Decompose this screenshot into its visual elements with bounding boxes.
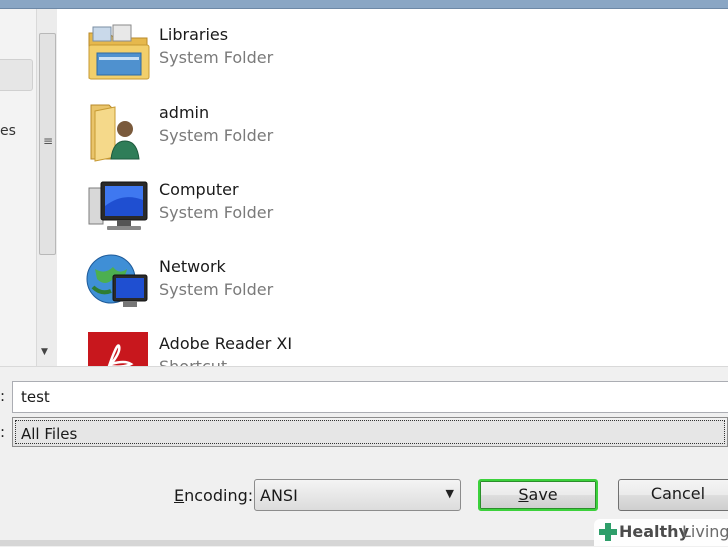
focus-outline: All Files bbox=[15, 420, 725, 444]
window-title-bar bbox=[0, 0, 728, 9]
navigation-pane[interactable]: es bbox=[0, 9, 36, 366]
list-item-computer[interactable]: Computer System Folder bbox=[85, 174, 485, 240]
watermark: Healthy Living bbox=[594, 519, 728, 546]
adobe-reader-icon bbox=[88, 332, 148, 366]
save-button[interactable]: Save bbox=[478, 479, 598, 511]
nav-selected-item[interactable] bbox=[0, 59, 33, 91]
dropdown-arrow-icon: ▼ bbox=[445, 487, 454, 500]
item-name: Adobe Reader XI bbox=[159, 334, 293, 353]
scrollbar-thumb[interactable]: ≡ bbox=[39, 33, 56, 255]
scroll-down-arrow-icon[interactable]: ▼ bbox=[41, 347, 48, 357]
network-icon bbox=[86, 254, 148, 307]
item-type: System Folder bbox=[159, 203, 274, 222]
file-type-label-fragment: : bbox=[0, 423, 6, 441]
file-list[interactable]: Libraries System Folder admin System Fol… bbox=[57, 9, 728, 366]
user-folder-icon bbox=[90, 104, 140, 162]
item-name: Libraries bbox=[159, 25, 229, 44]
filename-label-fragment: : bbox=[0, 387, 6, 405]
list-item-network[interactable]: Network System Folder bbox=[85, 251, 485, 317]
item-type: System Folder bbox=[159, 280, 274, 299]
cancel-button[interactable]: Cancel bbox=[618, 479, 728, 511]
bottom-edge bbox=[0, 540, 600, 546]
list-item-libraries[interactable]: Libraries System Folder bbox=[85, 19, 485, 85]
encoding-value: ANSI bbox=[260, 486, 298, 505]
watermark-text-healthy: Healthy bbox=[619, 522, 689, 541]
encoding-label: Encoding: bbox=[174, 486, 254, 505]
computer-icon bbox=[88, 181, 148, 230]
file-type-select[interactable]: All Files bbox=[12, 417, 728, 447]
healthy-living-logo-icon bbox=[599, 523, 617, 541]
list-item-adobe-reader[interactable]: Adobe Reader XI Shortcut bbox=[85, 328, 485, 366]
file-type-value: All Files bbox=[21, 425, 78, 443]
item-name: Computer bbox=[159, 180, 239, 199]
list-item-admin[interactable]: admin System Folder bbox=[85, 97, 485, 163]
item-type: Shortcut bbox=[159, 357, 227, 366]
nav-item-label-fragment[interactable]: es bbox=[0, 123, 16, 139]
navigation-scrollbar[interactable]: ≡ ▼ bbox=[36, 9, 58, 366]
item-type: System Folder bbox=[159, 48, 274, 67]
item-type: System Folder bbox=[159, 126, 274, 145]
libraries-folder-icon bbox=[88, 24, 150, 80]
filename-input[interactable] bbox=[12, 381, 728, 413]
item-name: admin bbox=[159, 103, 210, 122]
item-name: Network bbox=[159, 257, 226, 276]
grip-icon: ≡ bbox=[43, 134, 54, 148]
watermark-text-living: Living bbox=[682, 522, 728, 541]
encoding-select[interactable]: ANSI ▼ bbox=[254, 479, 461, 511]
